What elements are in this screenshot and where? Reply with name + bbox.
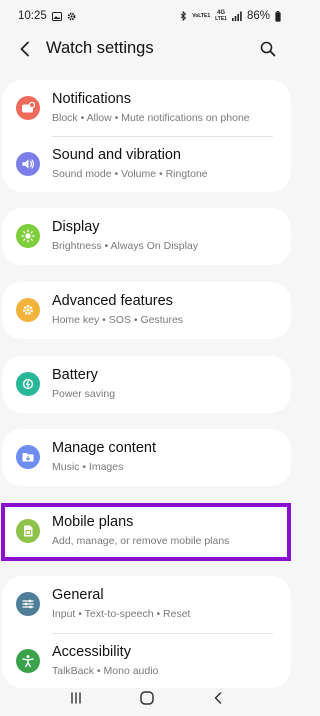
search-button[interactable]: [257, 38, 279, 60]
general-icon: [16, 592, 40, 616]
setting-subtitle: TalkBack • Mono audio: [52, 665, 159, 677]
battery-icon: [16, 372, 40, 396]
setting-subtitle: Block • Allow • Mute notifications on ph…: [52, 112, 250, 124]
setting-title: Manage content: [52, 440, 156, 456]
setting-title: Sound and vibration: [52, 147, 181, 163]
setting-item-display[interactable]: Display Brightness • Always On Display: [2, 208, 291, 266]
home-button[interactable]: [132, 683, 162, 713]
back-button[interactable]: [14, 38, 36, 60]
manage-content-icon: [16, 445, 40, 469]
signal-icon: [231, 11, 242, 21]
setting-subtitle: Brightness • Always On Display: [52, 240, 199, 252]
volte-icon: VoLTE1: [192, 13, 211, 19]
setting-item-battery[interactable]: Battery Power saving: [2, 356, 291, 414]
setting-subtitle: Sound mode • Volume • Ringtone: [52, 168, 208, 180]
setting-title: General: [52, 587, 104, 603]
settings-card-notifications-sound: Notifications Block • Allow • Mute notif…: [2, 80, 291, 192]
notifications-icon: [16, 96, 40, 120]
setting-subtitle: Music • Images: [52, 461, 124, 473]
nav-back-button[interactable]: [203, 683, 233, 713]
bluetooth-icon: [180, 11, 187, 21]
battery-percent: 86%: [246, 10, 270, 22]
status-time: 10:25: [18, 10, 47, 22]
network-type-icon: 4G LTE1: [215, 10, 227, 22]
setting-subtitle: Home key • SOS • Gestures: [52, 314, 184, 326]
setting-title: Advanced features: [52, 293, 173, 309]
setting-title: Notifications: [52, 91, 131, 107]
recents-button[interactable]: [61, 683, 91, 713]
setting-subtitle: Input • Text-to-speech • Reset: [52, 608, 191, 620]
setting-title: Accessibility: [52, 644, 131, 660]
app-bar: Watch settings: [0, 30, 293, 68]
gear-icon: [67, 12, 76, 21]
settings-card-display: Display Brightness • Always On Display: [2, 208, 291, 265]
settings-card-battery: Battery Power saving: [2, 356, 291, 413]
navigation-bar: [0, 680, 293, 716]
setting-title: Battery: [52, 367, 98, 383]
setting-item-notifications[interactable]: Notifications Block • Allow • Mute notif…: [2, 80, 291, 138]
setting-item-advanced-features[interactable]: Advanced features Home key • SOS • Gestu…: [2, 282, 291, 340]
setting-item-general[interactable]: General Input • Text-to-speech • Reset: [2, 576, 291, 634]
settings-card-general-accessibility: General Input • Text-to-speech • Reset A…: [2, 576, 291, 688]
recents-icon: [70, 692, 81, 704]
selection-highlight: [1, 503, 291, 561]
chevron-left-icon: [20, 41, 29, 57]
setting-item-sound-and-vibration[interactable]: Sound and vibration Sound mode • Volume …: [2, 136, 291, 194]
advanced-features-icon: [16, 298, 40, 322]
search-icon: [260, 41, 276, 57]
settings-card-manage-content: Manage content Music • Images: [2, 429, 291, 486]
home-icon: [139, 691, 154, 705]
sound-icon: [16, 152, 40, 176]
display-icon: [16, 224, 40, 248]
settings-card-advanced: Advanced features Home key • SOS • Gestu…: [2, 282, 291, 339]
status-bar: 10:25 VoLTE1 4G LTE1 86%: [0, 0, 293, 32]
battery-status-icon: [275, 10, 281, 22]
back-icon: [214, 692, 221, 704]
accessibility-icon: [16, 649, 40, 673]
setting-title: Display: [52, 219, 100, 235]
gallery-notification-icon: [51, 11, 62, 21]
setting-subtitle: Power saving: [52, 388, 116, 400]
page-title: Watch settings: [46, 39, 154, 57]
setting-item-manage-content[interactable]: Manage content Music • Images: [2, 429, 291, 487]
